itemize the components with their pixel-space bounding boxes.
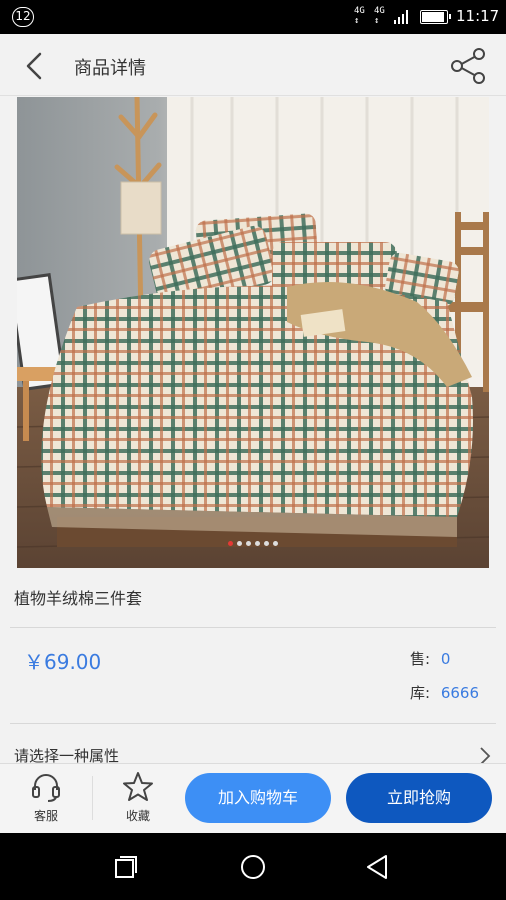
star-icon <box>123 772 153 801</box>
network-indicator-2: 4G ↕ <box>374 6 385 26</box>
back-nav-button[interactable] <box>364 853 392 881</box>
carousel-dot[interactable] <box>255 541 260 546</box>
carousel-indicator <box>17 541 489 546</box>
triangle-back-icon <box>367 855 387 879</box>
app-header: 商品详情 <box>0 34 506 96</box>
stock-value: 6666 <box>440 684 480 702</box>
chevron-right-icon <box>480 747 491 765</box>
carousel-dot[interactable] <box>237 541 242 546</box>
recents-icon <box>115 856 137 878</box>
system-nav-bar <box>0 833 506 900</box>
home-button[interactable] <box>239 853 267 881</box>
carousel-dot[interactable] <box>273 541 278 546</box>
product-price: ￥69.00 <box>24 650 102 674</box>
product-name: 植物羊绒棉三件套 <box>14 589 143 608</box>
bottom-action-bar: 客服 收藏 加入购物车 立即抢购 <box>0 763 506 833</box>
network-1-label: 4G <box>354 6 365 16</box>
network-indicator-1: 4G ↕ <box>354 6 365 26</box>
carousel-dot[interactable] <box>264 541 269 546</box>
share-button[interactable] <box>448 48 488 84</box>
customer-service-label: 客服 <box>33 809 58 823</box>
home-circle-icon <box>241 855 265 879</box>
carousel-dot[interactable] <box>228 541 233 546</box>
product-photo <box>17 97 489 568</box>
notification-count-badge: 12 <box>12 7 34 27</box>
chevron-left-icon <box>26 52 42 80</box>
headset-icon <box>32 774 60 802</box>
favorite-button[interactable]: 收藏 <box>108 770 168 830</box>
customer-service-button[interactable]: 客服 <box>16 770 76 830</box>
divider <box>10 627 496 628</box>
battery-level <box>422 12 445 22</box>
divider <box>10 723 496 724</box>
attribute-selector[interactable]: 请选择一种属性 <box>14 745 494 765</box>
battery-icon <box>420 10 451 24</box>
signal-icon <box>394 10 408 24</box>
buy-now-button[interactable]: 立即抢购 <box>346 773 492 823</box>
share-icon <box>451 48 485 84</box>
sold-label: 售: <box>410 650 431 668</box>
network-2-sub: ↕ <box>374 16 380 26</box>
separator <box>92 776 93 820</box>
favorite-label: 收藏 <box>125 809 150 823</box>
sold-count: 售: 0 <box>410 648 450 669</box>
network-1-sub: ↕ <box>354 16 360 26</box>
stock-label: 库: <box>410 684 431 702</box>
status-bar: 12 4G ↕ 4G ↕ 11:17 <box>0 0 506 34</box>
page-title: 商品详情 <box>74 58 146 79</box>
sold-value: 0 <box>440 650 451 668</box>
network-2-label: 4G <box>374 6 385 16</box>
stock-count: 库: 6666 <box>410 682 479 703</box>
add-to-cart-button[interactable]: 加入购物车 <box>185 773 331 823</box>
status-time: 11:17 <box>456 7 500 25</box>
product-image-carousel[interactable] <box>17 97 489 568</box>
recents-button[interactable] <box>112 853 140 881</box>
back-button[interactable] <box>16 46 56 86</box>
carousel-dot[interactable] <box>246 541 251 546</box>
